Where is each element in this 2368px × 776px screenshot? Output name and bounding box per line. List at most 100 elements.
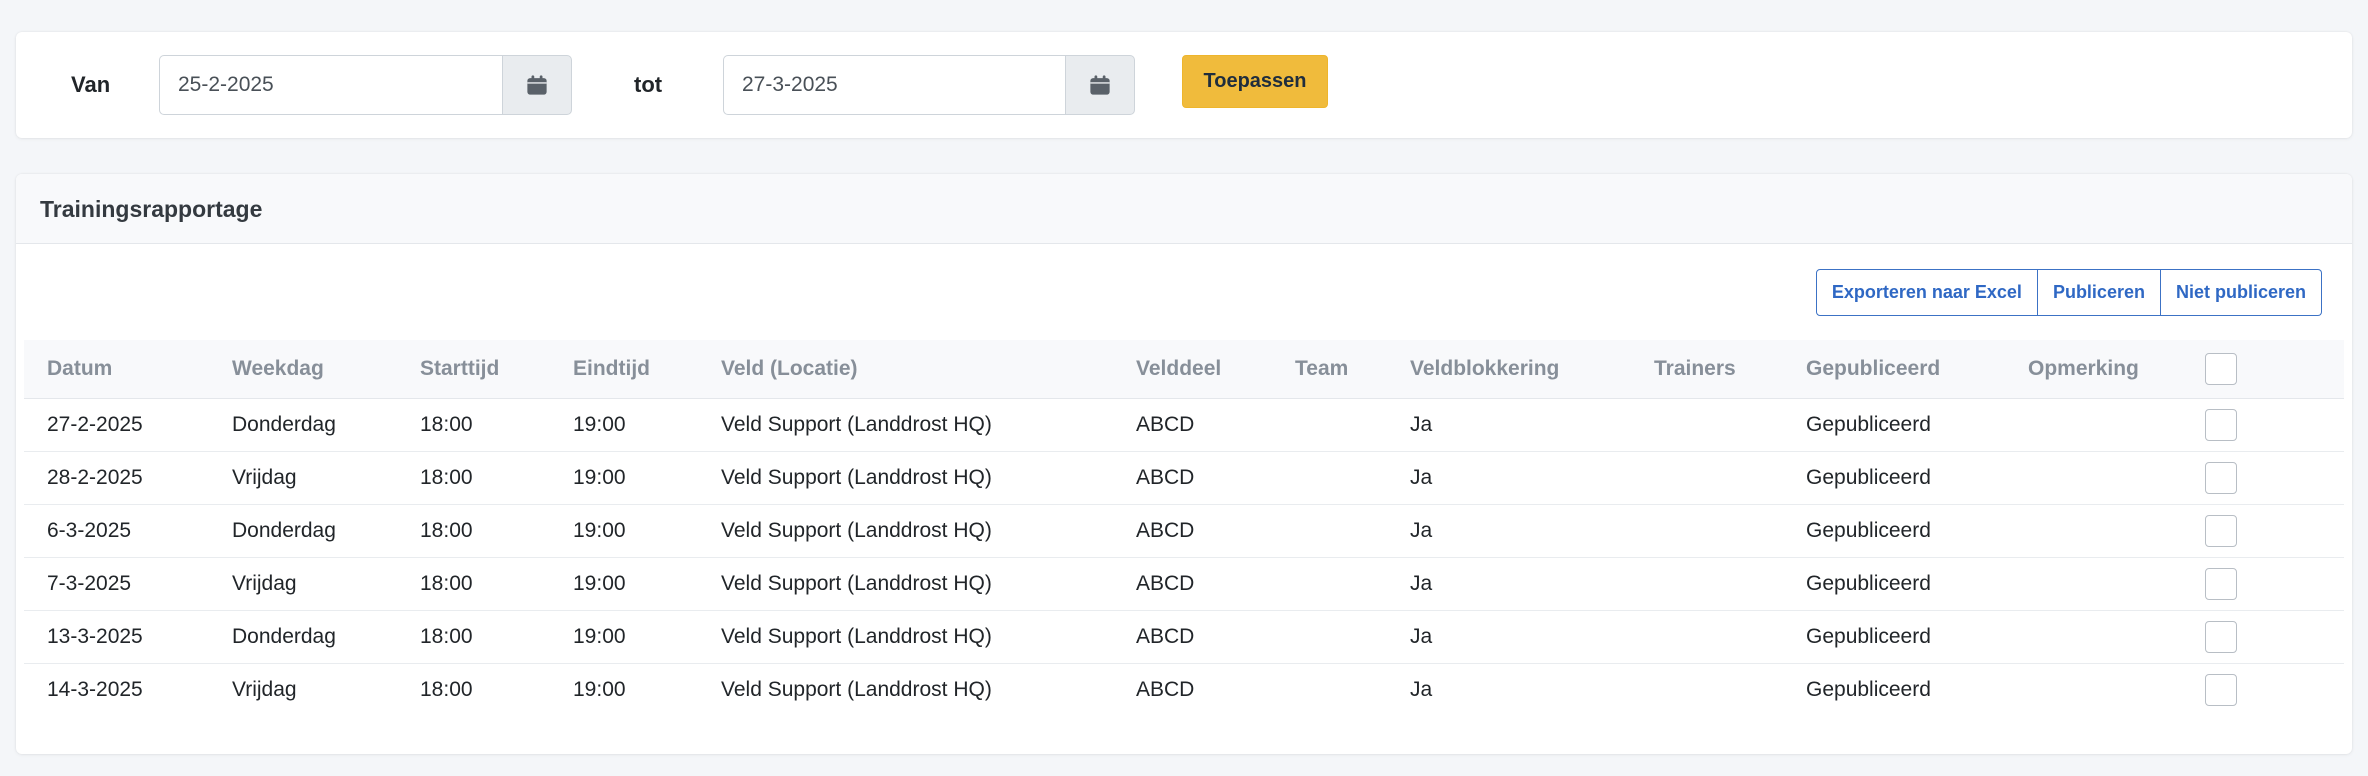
table-row: 13-3-2025 Donderdag 18:00 19:00 Veld Support… [24, 610, 2344, 664]
table-body: 27-2-2025 Donderdag 18:00 19:00 Veld Support… [24, 398, 2344, 716]
report-title: Trainingsrapportage [16, 174, 2352, 244]
cell-veld-locatie: Veld Support (Landdrost HQ) [698, 504, 1113, 558]
cell-weekdag: Vrijdag [209, 557, 397, 611]
cell-select [2205, 663, 2344, 716]
cell-datum: 14-3-2025 [47, 677, 143, 701]
apply-button[interactable]: Toepassen [1182, 55, 1328, 108]
cell-datum: 28-2-2025 [24, 451, 209, 505]
column-header-opmerking[interactable]: Opmerking [2005, 340, 2205, 399]
cell-veld-locatie: Veld Support (Landdrost HQ) [721, 677, 992, 701]
cell-veld-locatie: Veld Support (Landdrost HQ) [698, 398, 1113, 452]
cell-velddeel: ABCD [1113, 610, 1272, 664]
column-header-trainers[interactable]: Trainers [1631, 340, 1783, 399]
row-select-checkbox[interactable] [2205, 567, 2237, 600]
to-calendar-button[interactable] [1065, 55, 1135, 115]
to-date-input[interactable] [723, 55, 1065, 115]
cell-datum: 7-3-2025 [24, 557, 209, 611]
column-header-datum[interactable]: Datum [24, 340, 209, 399]
column-header-gepubliceerd[interactable]: Gepubliceerd [1783, 340, 2005, 399]
cell-velddeel: ABCD [1136, 677, 1195, 701]
cell-opmerking [2005, 504, 2205, 558]
date-filter-card: Van tot Toepassen [16, 32, 2352, 138]
cell-trainers [1631, 451, 1783, 505]
cell-team [1272, 663, 1387, 716]
cell-gepubliceerd: Gepubliceerd [1783, 451, 2005, 505]
from-date-input[interactable] [159, 55, 502, 115]
cell-eindtijd: 19:00 [550, 557, 698, 611]
cell-team [1272, 504, 1387, 558]
cell-starttijd: 18:00 [397, 557, 550, 611]
cell-datum: 27-2-2025 [24, 398, 209, 452]
cell-trainers [1631, 504, 1783, 558]
row-select-checkbox[interactable] [2205, 408, 2237, 441]
cell-opmerking [2005, 451, 2205, 505]
cell-starttijd: 18:00 [420, 677, 473, 701]
cell-weekdag: Vrijdag [232, 677, 297, 701]
cell-team [1272, 398, 1387, 452]
cell-eindtijd: 19:00 [550, 398, 698, 452]
cell-eindtijd: 19:00 [550, 451, 698, 505]
row-select-checkbox[interactable] [2205, 514, 2237, 547]
cell-starttijd: 18:00 [397, 504, 550, 558]
from-calendar-button[interactable] [502, 55, 572, 115]
select-all-checkbox[interactable] [2205, 352, 2237, 385]
cell-veldblokkering: Ja [1387, 557, 1631, 611]
row-select-checkbox[interactable] [2205, 620, 2237, 653]
cell-opmerking [2005, 663, 2205, 716]
column-header-starttijd[interactable]: Starttijd [397, 340, 550, 399]
row-select-checkbox[interactable] [2205, 461, 2237, 494]
column-header-velddeel[interactable]: Velddeel [1113, 340, 1272, 399]
export-excel-button[interactable]: Exporteren naar Excel [1815, 269, 2038, 316]
cell-team [1272, 610, 1387, 664]
from-date-group [159, 55, 572, 115]
cell-veldblokkering: Ja [1387, 504, 1631, 558]
column-header-team[interactable]: Team [1272, 340, 1387, 399]
column-header-veld-locatie[interactable]: Veld (Locatie) [698, 340, 1113, 399]
cell-veld-locatie: Veld Support (Landdrost HQ) [698, 557, 1113, 611]
table-row: 6-3-2025 Donderdag 18:00 19:00 Veld Support … [24, 504, 2344, 558]
cell-eindtijd: 19:00 [573, 677, 626, 701]
cell-opmerking [2005, 610, 2205, 664]
cell-select [2205, 610, 2344, 664]
column-header-eindtijd[interactable]: Eindtijd [550, 340, 698, 399]
cell-gepubliceerd: Gepubliceerd [1806, 677, 1931, 701]
cell-datum: 6-3-2025 [24, 504, 209, 558]
cell-veldblokkering: Ja [1387, 610, 1631, 664]
cell-veld-locatie: Veld Support (Landdrost HQ) [698, 451, 1113, 505]
cell-gepubliceerd: Gepubliceerd [1783, 398, 2005, 452]
cell-velddeel: ABCD [1113, 504, 1272, 558]
cell-veldblokkering: Ja [1387, 451, 1631, 505]
cell-trainers [1631, 557, 1783, 611]
cell-opmerking [2005, 398, 2205, 452]
row-select-checkbox[interactable] [2205, 673, 2237, 706]
cell-trainers [1631, 663, 1783, 716]
column-header-select [2205, 340, 2344, 399]
column-header-veldblokkering[interactable]: Veldblokkering [1387, 340, 1631, 399]
cell-starttijd: 18:00 [397, 398, 550, 452]
cell-velddeel: ABCD [1113, 398, 1272, 452]
unpublish-button[interactable]: Niet publiceren [2160, 269, 2322, 316]
table-row: 27-2-2025 Donderdag 18:00 19:00 Veld Support… [24, 398, 2344, 452]
from-label: Van [71, 72, 111, 97]
report-table-wrapper: Datum Weekdag Starttijd Eindtijd Veld (Locat… [24, 340, 2344, 716]
cell-trainers [1631, 610, 1783, 664]
cell-velddeel: ABCD [1113, 451, 1272, 505]
publish-button[interactable]: Publiceren [2037, 269, 2161, 316]
cell-gepubliceerd: Gepubliceerd [1783, 610, 2005, 664]
cell-veld-locatie: Veld Support (Landdrost HQ) [698, 610, 1113, 664]
cell-eindtijd: 19:00 [550, 610, 698, 664]
report-actions: Exporteren naar Excel Publiceren Niet pu… [1815, 269, 2322, 316]
cell-veldblokkering: Ja [1387, 398, 1631, 452]
column-header-weekdag[interactable]: Weekdag [209, 340, 397, 399]
cell-weekdag: Donderdag [209, 504, 397, 558]
report-table: Datum Weekdag Starttijd Eindtijd Veld (Locat… [24, 340, 2344, 716]
cell-select [2205, 398, 2344, 452]
to-label: tot [634, 72, 663, 97]
cell-weekdag: Donderdag [209, 398, 397, 452]
cell-select [2205, 504, 2344, 558]
cell-gepubliceerd: Gepubliceerd [1783, 504, 2005, 558]
table-row: 14-3-2025 Vrijdag 18:00 19:00 Veld Support (… [24, 663, 2344, 716]
cell-select [2205, 557, 2344, 611]
cell-eindtijd: 19:00 [550, 504, 698, 558]
cell-gepubliceerd: Gepubliceerd [1783, 557, 2005, 611]
